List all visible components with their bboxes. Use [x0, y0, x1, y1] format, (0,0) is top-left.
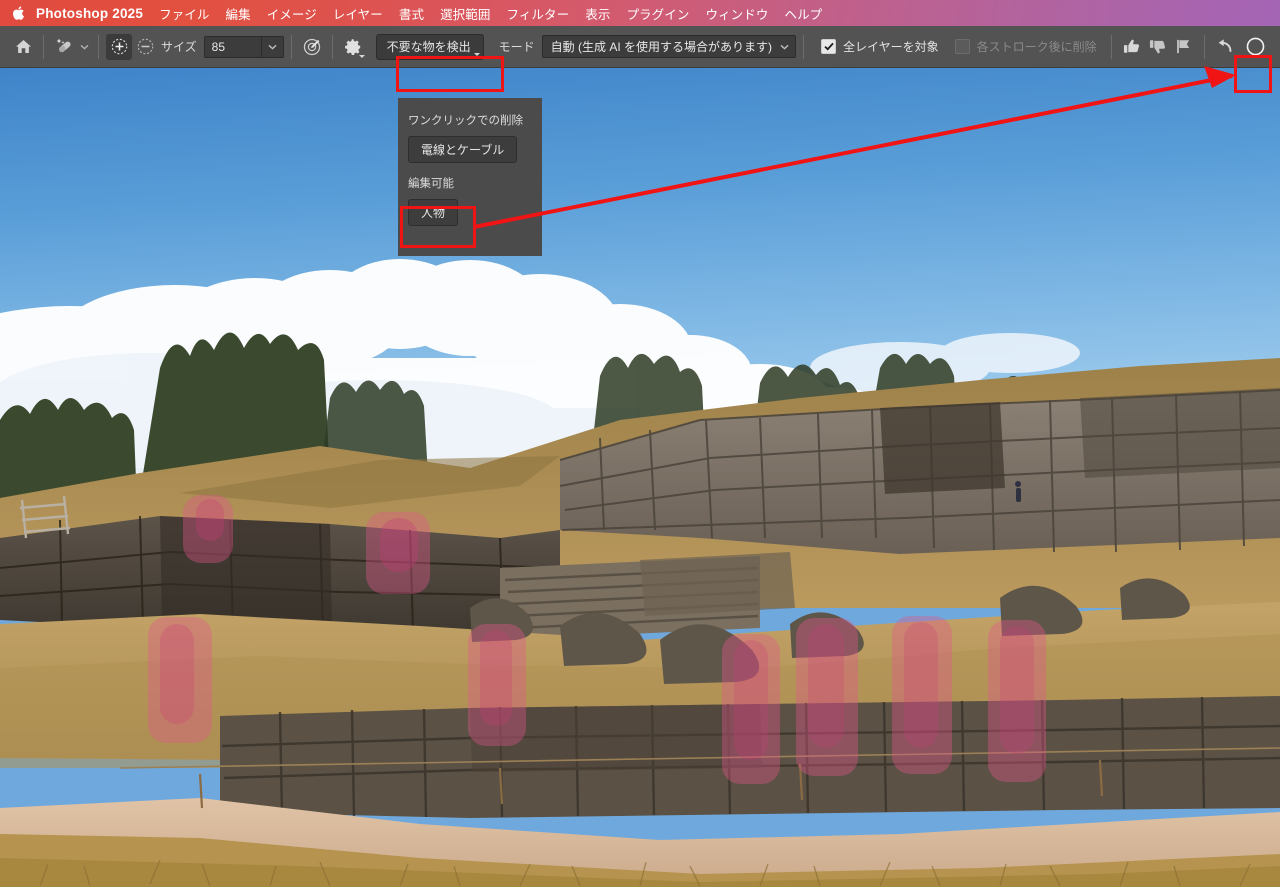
- tool-options-bar: サイズ 85 不要な物を検出 モード 自動 (生成 AI を使用する場合がありま…: [0, 26, 1280, 68]
- mode-label: モード: [498, 40, 535, 54]
- menu-item-help[interactable]: ヘルプ: [784, 4, 822, 23]
- menu-item-select[interactable]: 選択範囲: [440, 4, 490, 23]
- menu-item-plugins[interactable]: プラグイン: [626, 4, 689, 23]
- sample-all-layers-checkbox[interactable]: 全レイヤーを対象: [821, 38, 939, 55]
- gear-chevron-down-icon[interactable]: [358, 54, 365, 58]
- brush-subtract-icon[interactable]: [132, 34, 158, 60]
- menu-item-window[interactable]: ウィンドウ: [705, 4, 768, 23]
- remove-after-stroke-checkbox[interactable]: 各ストローク後に削除: [954, 38, 1097, 55]
- toolbar-separator: [1203, 34, 1205, 59]
- editable-heading: 編集可能: [408, 178, 454, 190]
- circle-generate-icon[interactable]: [1243, 34, 1269, 60]
- undo-arrow-icon[interactable]: [1212, 34, 1238, 60]
- thumbs-up-icon[interactable]: [1119, 34, 1145, 60]
- toolbar-separator: [43, 34, 44, 59]
- flag-icon[interactable]: [1171, 34, 1197, 60]
- toolbar-separator: [98, 34, 99, 59]
- remove-tool-icon[interactable]: [51, 34, 77, 60]
- mac-menu-bar: Photoshop 2025 ファイル 編集 イメージ レイヤー 書式 選択範囲…: [0, 0, 1280, 26]
- sample-all-layers-label: 全レイヤーを対象: [843, 40, 939, 54]
- toolbar-separator: [331, 34, 333, 59]
- mode-chevron-down-icon[interactable]: [780, 44, 789, 50]
- detect-distractions-label: 不要な物を検出: [386, 40, 471, 54]
- toolbar-separator: [1110, 34, 1112, 59]
- menu-item-type[interactable]: 書式: [399, 4, 424, 23]
- checkbox-unchecked-icon: [954, 39, 970, 54]
- apple-logo-icon[interactable]: [10, 4, 26, 22]
- menu-item-image[interactable]: イメージ: [267, 4, 317, 23]
- detect-chevron-down-icon[interactable]: [473, 52, 480, 56]
- home-icon[interactable]: [10, 34, 36, 60]
- mode-select[interactable]: 自動 (生成 AI を使用する場合があります): [541, 35, 797, 58]
- image-canvas[interactable]: [0, 68, 1280, 887]
- mode-select-value: 自動 (生成 AI を使用する場合があります): [550, 40, 773, 54]
- menu-item-filter[interactable]: フィルター: [506, 4, 569, 23]
- menu-item-view[interactable]: 表示: [585, 4, 610, 23]
- size-label: サイズ: [161, 40, 197, 54]
- size-input[interactable]: 85: [203, 35, 262, 58]
- menu-item-file[interactable]: ファイル: [159, 4, 209, 23]
- one-click-removal-heading: ワンクリックでの削除: [408, 115, 523, 127]
- chip-people[interactable]: 人物: [408, 199, 459, 226]
- detect-distractions-panel[interactable]: ワンクリックでの削除 電線とケーブル 編集可能 人物: [398, 98, 542, 256]
- menu-item-edit[interactable]: 編集: [225, 4, 250, 23]
- photoshop-window: Photoshop 2025 ファイル 編集 イメージ レイヤー 書式 選択範囲…: [0, 0, 1280, 887]
- toolbar-separator: [803, 34, 805, 59]
- brush-pressure-icon[interactable]: [299, 34, 325, 60]
- detect-distractions-button[interactable]: 不要な物を検出: [375, 33, 484, 60]
- brush-add-icon[interactable]: [106, 33, 132, 60]
- menu-item-layer[interactable]: レイヤー: [333, 4, 383, 23]
- thumbs-down-icon[interactable]: [1145, 34, 1171, 60]
- tool-preset-chevron-down-icon[interactable]: [77, 34, 91, 60]
- size-dropdown-chevron-down-icon[interactable]: [261, 35, 284, 58]
- sacsayhuaman-photo: [0, 68, 1280, 887]
- gear-icon[interactable]: [340, 34, 366, 60]
- toolbar-separator: [290, 34, 292, 59]
- chip-wires-and-cables[interactable]: 電線とケーブル: [408, 136, 518, 163]
- remove-after-stroke-label: 各ストローク後に削除: [976, 40, 1097, 54]
- checkbox-checked-icon: [821, 39, 837, 54]
- app-title[interactable]: Photoshop 2025: [36, 6, 143, 21]
